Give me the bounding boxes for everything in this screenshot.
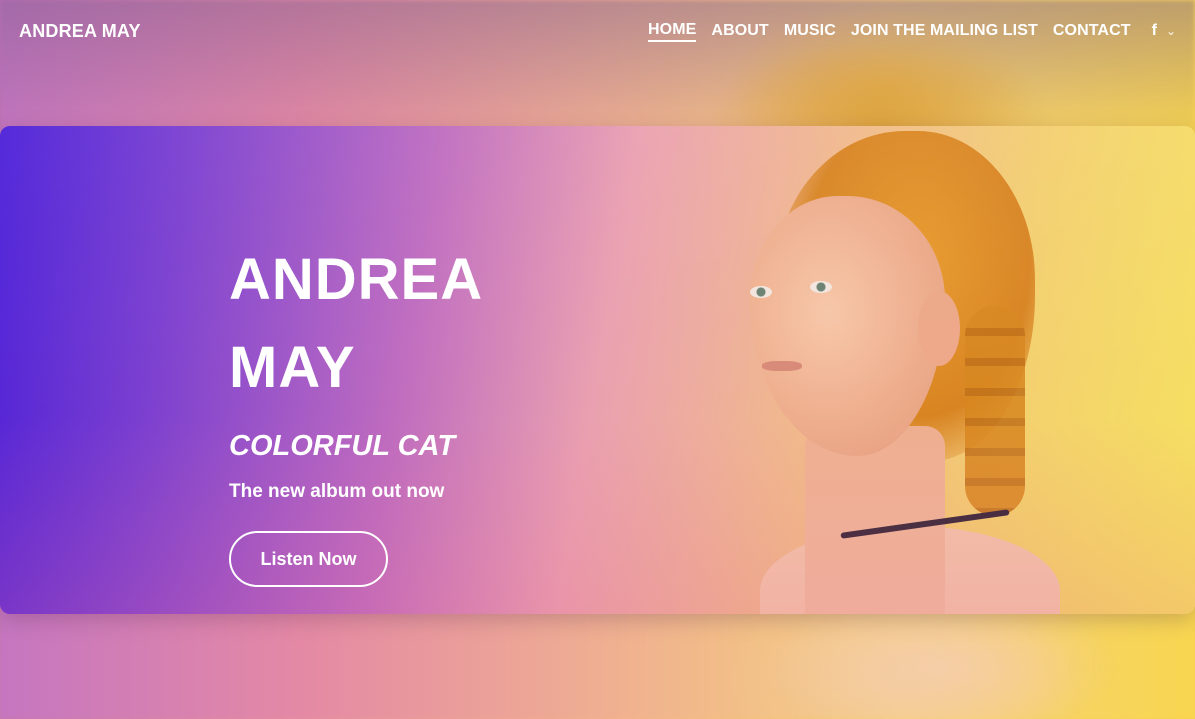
chevron-down-icon[interactable]: ⌄ [1166,24,1176,38]
album-title: COLORFUL CAT [229,430,456,462]
listen-now-button[interactable]: Listen Now [229,531,388,587]
hero-content: ANDREA MAY COLORFUL CAT The new album ou… [229,236,529,587]
hero-title: ANDREA MAY [229,236,529,412]
site-logo[interactable]: ANDREA MAY [19,21,141,42]
hero-banner: ANDREA MAY COLORFUL CAT The new album ou… [0,126,1195,614]
nav-item-about[interactable]: ABOUT [711,22,768,40]
facebook-icon[interactable]: f [1152,22,1157,40]
album-tagline: The new album out now [229,481,445,502]
nav-item-home[interactable]: HOME [648,21,697,42]
hero-title-line2: MAY [229,335,356,400]
background-portrait-bottom [760,610,1120,719]
main-nav: HOME ABOUT MUSIC JOIN THE MAILING LIST C… [648,21,1176,42]
site-header: ANDREA MAY HOME ABOUT MUSIC JOIN THE MAI… [0,0,1195,62]
nav-item-mailing-list[interactable]: JOIN THE MAILING LIST [851,22,1038,40]
nav-item-music[interactable]: MUSIC [784,22,836,40]
hero-title-line1: ANDREA [229,247,484,312]
nav-item-contact[interactable]: CONTACT [1053,22,1131,40]
hero-overlay [0,126,1195,614]
